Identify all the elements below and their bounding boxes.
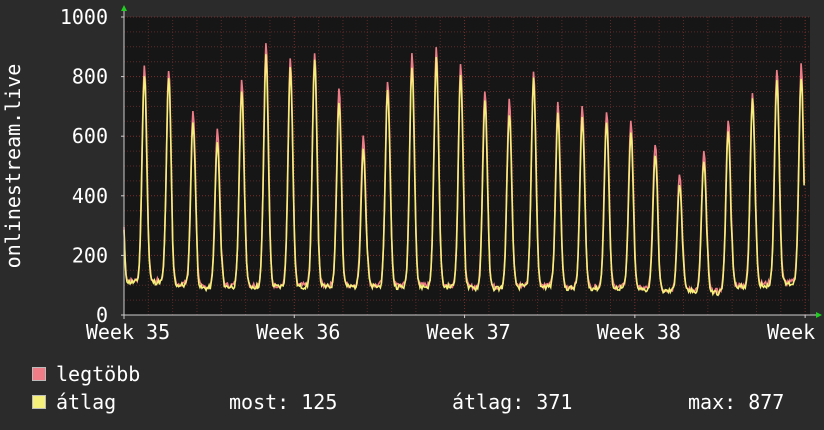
legend-swatch-max xyxy=(32,367,46,381)
x-tick-label: Week 37 xyxy=(426,320,510,344)
legend-item-avg: átlag xyxy=(32,391,116,413)
y-axis-arrow xyxy=(121,5,127,11)
y-tick-label: 800 xyxy=(72,65,108,89)
y-tick-label: 1000 xyxy=(60,5,108,29)
legend-swatch-avg xyxy=(32,395,46,409)
y-tick-label: 400 xyxy=(72,184,108,208)
chart: 02004006008001000 Week 35 Week 36 Week 37 W… xyxy=(1,5,824,344)
y-tick-labels: 02004006008001000 xyxy=(60,5,124,327)
legend-label-avg: átlag xyxy=(56,390,117,414)
stat-max: max: 877 xyxy=(688,390,785,414)
x-tick-label: Week 35 xyxy=(86,320,170,344)
x-tick-label: Week 36 xyxy=(256,320,340,344)
y-axis-label: onlinestream.live xyxy=(1,64,25,269)
x-axis-arrow xyxy=(816,312,822,318)
stat-avg: átlag: 371 xyxy=(452,390,573,414)
x-tick-label: Week 38 xyxy=(597,320,681,344)
y-tick-label: 600 xyxy=(72,124,108,148)
x-tick-label: Week 39 xyxy=(767,320,824,344)
y-tick-label: 200 xyxy=(72,243,108,267)
x-tick-labels: Week 35 Week 36 Week 37 Week 38 Week 39 xyxy=(86,315,824,344)
stat-now: most: 125 xyxy=(229,390,338,414)
legend-item-max: legtöbb xyxy=(32,363,140,385)
legend-label-max: legtöbb xyxy=(56,362,141,386)
